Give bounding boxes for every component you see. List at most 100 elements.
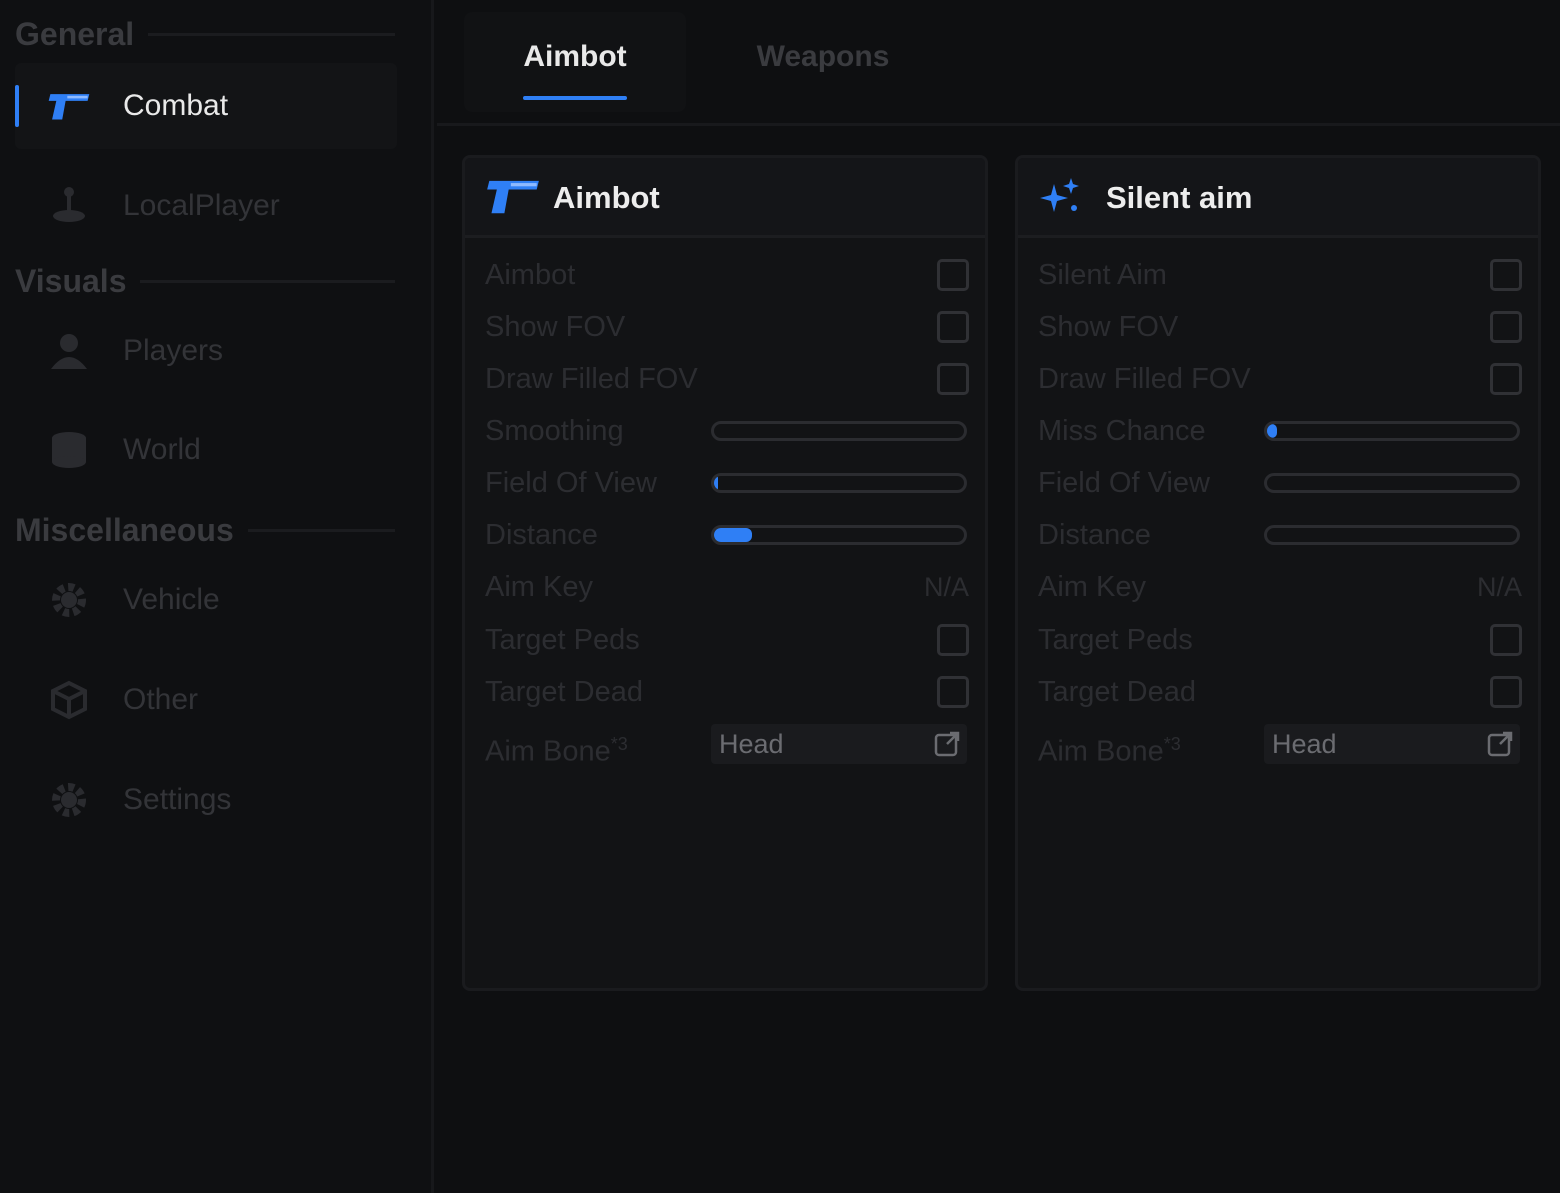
aim-bone-value: Head bbox=[1272, 729, 1337, 759]
option-label: Show FOV bbox=[1038, 311, 1179, 343]
option-label: Miss Chance bbox=[1038, 415, 1206, 447]
target-dead-row: Target Dead bbox=[1038, 666, 1522, 718]
pistol-icon bbox=[47, 84, 91, 128]
option-label: Aim Bone*3 bbox=[485, 718, 628, 778]
sidebar-item-label: Other bbox=[123, 683, 199, 716]
distance-row: Distance bbox=[485, 509, 969, 561]
option-label: Field Of View bbox=[485, 467, 657, 499]
target-peds-checkbox[interactable] bbox=[937, 624, 969, 656]
miss-chance-slider[interactable] bbox=[1264, 421, 1520, 441]
aim-key-row: Aim Key N/A bbox=[1038, 561, 1522, 613]
draw-filled-fov-row: Draw Filled FOV bbox=[485, 353, 969, 405]
sidebar-item-label: LocalPlayer bbox=[123, 189, 280, 222]
option-label: Silent Aim bbox=[1038, 259, 1167, 291]
distance-slider[interactable] bbox=[1264, 525, 1520, 545]
option-label: Aim Bone*3 bbox=[1038, 718, 1181, 778]
smoothing-slider[interactable] bbox=[711, 421, 967, 441]
target-dead-checkbox[interactable] bbox=[1490, 676, 1522, 708]
option-label: Aim Key bbox=[485, 571, 593, 603]
tab-label: Aimbot bbox=[523, 40, 627, 73]
target-peds-checkbox[interactable] bbox=[1490, 624, 1522, 656]
section-title: General bbox=[15, 16, 135, 52]
section-header-visuals: Visuals bbox=[15, 263, 395, 300]
distance-row: Distance bbox=[1038, 509, 1522, 561]
option-label: Distance bbox=[1038, 519, 1151, 551]
panel-header: Aimbot bbox=[465, 158, 985, 238]
tab-bar: Aimbot Weapons bbox=[437, 0, 1560, 126]
show-fov-checkbox[interactable] bbox=[1490, 311, 1522, 343]
draw-filled-fov-row: Draw Filled FOV bbox=[1038, 353, 1522, 405]
aim-bone-label: Aim Bone bbox=[1038, 735, 1164, 768]
draw-filled-fov-checkbox[interactable] bbox=[937, 363, 969, 395]
option-label: Draw Filled FOV bbox=[485, 363, 698, 395]
aimbot-checkbox[interactable] bbox=[937, 259, 969, 291]
show-fov-row: Show FOV bbox=[1038, 301, 1522, 353]
aim-bone-row: Aim Bone*3 Head bbox=[1038, 718, 1522, 770]
sidebar-item-settings[interactable]: Settings bbox=[15, 757, 397, 843]
sidebar: General Combat LocalPlayer Visuals Playe… bbox=[0, 0, 434, 1193]
aim-bone-select[interactable]: Head bbox=[711, 724, 967, 764]
divider bbox=[148, 33, 395, 36]
divider bbox=[247, 529, 395, 532]
option-label: Smoothing bbox=[485, 415, 624, 447]
option-label: Target Peds bbox=[485, 624, 640, 656]
user-icon bbox=[47, 329, 91, 373]
tab-label: Weapons bbox=[756, 40, 890, 73]
active-tab-underline bbox=[523, 96, 627, 100]
sidebar-item-label: Settings bbox=[123, 783, 232, 816]
panel-header: Silent aim bbox=[1018, 158, 1538, 238]
sidebar-item-vehicle[interactable]: Vehicle bbox=[15, 557, 397, 643]
divider bbox=[140, 280, 395, 283]
aim-key-keybind[interactable]: N/A bbox=[1477, 561, 1522, 613]
option-label: Target Dead bbox=[485, 676, 643, 708]
section-header-miscellaneous: Miscellaneous bbox=[15, 512, 395, 549]
sidebar-item-label: World bbox=[123, 433, 201, 466]
sidebar-item-combat[interactable]: Combat bbox=[15, 63, 397, 149]
database-icon bbox=[47, 428, 91, 472]
panel-title: Aimbot bbox=[553, 180, 660, 215]
sidebar-item-label: Combat bbox=[123, 89, 229, 122]
option-label: Distance bbox=[485, 519, 598, 551]
field-of-view-row: Field Of View bbox=[1038, 457, 1522, 509]
option-label: Target Dead bbox=[1038, 676, 1196, 708]
miss-chance-row: Miss Chance bbox=[1038, 405, 1522, 457]
option-label: Aimbot bbox=[485, 259, 576, 291]
aim-bone-label: Aim Bone bbox=[485, 735, 611, 768]
show-fov-row: Show FOV bbox=[485, 301, 969, 353]
sidebar-item-localplayer[interactable]: LocalPlayer bbox=[15, 163, 397, 249]
section-title: Miscellaneous bbox=[15, 512, 234, 548]
option-label: Field Of View bbox=[1038, 467, 1210, 499]
draw-filled-fov-checkbox[interactable] bbox=[1490, 363, 1522, 395]
option-label: Aim Key bbox=[1038, 571, 1146, 603]
sidebar-item-other[interactable]: Other bbox=[15, 657, 397, 743]
tab-aimbot[interactable]: Aimbot bbox=[464, 12, 686, 112]
slider-fill bbox=[714, 476, 718, 490]
sidebar-item-world[interactable]: World bbox=[15, 407, 397, 493]
target-peds-row: Target Peds bbox=[1038, 614, 1522, 666]
external-link-icon bbox=[1486, 730, 1514, 758]
aim-key-keybind[interactable]: N/A bbox=[924, 561, 969, 613]
gear-icon bbox=[47, 578, 91, 622]
target-dead-checkbox[interactable] bbox=[937, 676, 969, 708]
silent-aim-checkbox[interactable] bbox=[1490, 259, 1522, 291]
external-link-icon bbox=[933, 730, 961, 758]
gear-icon bbox=[47, 778, 91, 822]
aim-bone-select[interactable]: Head bbox=[1264, 724, 1520, 764]
field-of-view-slider[interactable] bbox=[711, 473, 967, 493]
aimbot-toggle-row: Aimbot bbox=[485, 249, 969, 301]
sparkles-icon bbox=[1038, 176, 1094, 218]
field-of-view-row: Field Of View bbox=[485, 457, 969, 509]
field-of-view-slider[interactable] bbox=[1264, 473, 1520, 493]
distance-slider[interactable] bbox=[711, 525, 967, 545]
cube-icon bbox=[47, 678, 91, 722]
smoothing-row: Smoothing bbox=[485, 405, 969, 457]
sidebar-item-label: Players bbox=[123, 334, 224, 367]
sidebar-item-players[interactable]: Players bbox=[15, 308, 397, 394]
slider-fill bbox=[1267, 424, 1277, 438]
tab-weapons[interactable]: Weapons bbox=[712, 12, 934, 112]
aim-bone-row: Aim Bone*3 Head bbox=[485, 718, 969, 770]
aim-bone-superscript: *3 bbox=[610, 734, 628, 754]
sidebar-item-label: Vehicle bbox=[123, 583, 220, 616]
panel-title: Silent aim bbox=[1106, 180, 1253, 215]
show-fov-checkbox[interactable] bbox=[937, 311, 969, 343]
